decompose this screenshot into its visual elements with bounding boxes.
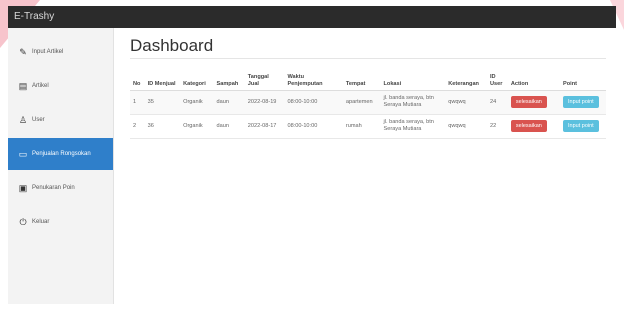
card-icon: ▭ bbox=[18, 148, 28, 159]
column-header: Waktu Penjemputan bbox=[284, 64, 343, 91]
cell-id-menjual: 36 bbox=[144, 114, 181, 139]
app-frame: E-Trashy ✎ Input Artikel ▤ Artikel ♙ Use… bbox=[0, 0, 624, 310]
cell-no: 1 bbox=[130, 90, 145, 115]
column-header: Lokasi bbox=[380, 64, 446, 91]
cell-action: selesaikan bbox=[507, 114, 561, 139]
cell-waktu-penjemputan: 08:00-10:00 bbox=[284, 114, 343, 139]
sidebar-item-label: Input Artikel bbox=[32, 49, 64, 55]
user-icon: ♙ bbox=[18, 114, 28, 125]
selesaikan-button[interactable]: selesaikan bbox=[510, 119, 547, 133]
column-header: Keterangan bbox=[445, 64, 487, 91]
cell-action: selesaikan bbox=[507, 90, 561, 115]
column-header: ID User bbox=[486, 64, 508, 91]
cell-tempat: rumah bbox=[342, 114, 381, 139]
power-icon: ⏻ bbox=[19, 216, 27, 227]
column-header: Point bbox=[560, 64, 606, 91]
pencil-icon: ✎ bbox=[19, 46, 27, 57]
column-header: ID Menjual bbox=[144, 64, 181, 91]
cell-waktu-penjemputan: 08:00-10:00 bbox=[284, 90, 343, 115]
cell-tempat: apartemen bbox=[342, 90, 381, 115]
sidebar-item-label: Artikel bbox=[32, 83, 49, 89]
cell-keterangan: qwqwq bbox=[445, 90, 487, 115]
table-header-row: No ID Menjual Kategori Sampah Tanggal Ju… bbox=[130, 64, 606, 91]
cell-kategori: Organik bbox=[180, 90, 214, 115]
column-header: Sampah bbox=[213, 64, 245, 91]
column-header: Tempat bbox=[342, 64, 381, 91]
sidebar-item-input-artikel[interactable]: ✎ Input Artikel bbox=[8, 36, 113, 68]
document-icon: ▤ bbox=[18, 80, 28, 91]
sidebar-item-user[interactable]: ♙ User bbox=[8, 104, 113, 136]
sidebar-item-penjualan-rongsokan[interactable]: ▭ Penjualan Rongsokan bbox=[8, 138, 113, 170]
cell-tanggal-jual: 2022-08-17 bbox=[244, 114, 285, 139]
sidebar-item-keluar[interactable]: ⏻ Keluar bbox=[8, 206, 113, 238]
sidebar-item-label: Penjualan Rongsokan bbox=[32, 151, 91, 157]
table-row: 2 36 Organik daun 2022-08-17 08:00-10:00… bbox=[130, 114, 606, 139]
cell-tanggal-jual: 2022-08-19 bbox=[244, 90, 285, 115]
app-title: E-Trashy bbox=[14, 11, 55, 22]
sidebar-item-label: User bbox=[32, 117, 45, 123]
cell-id-menjual: 35 bbox=[144, 90, 181, 115]
cell-id-user: 24 bbox=[486, 90, 508, 115]
cell-sampah: daun bbox=[213, 114, 245, 139]
input-point-button[interactable]: Input point bbox=[563, 95, 599, 109]
gift-icon: ▣ bbox=[18, 182, 28, 193]
input-point-button[interactable]: Input point bbox=[563, 119, 599, 133]
cell-point: Input point bbox=[560, 90, 606, 115]
column-header: Tanggal Jual bbox=[244, 64, 285, 91]
main-content: Dashboard No ID Menjual Kategori Sampah … bbox=[122, 28, 616, 304]
cell-sampah: daun bbox=[213, 90, 245, 115]
column-header: No bbox=[130, 64, 145, 91]
column-header: Kategori bbox=[180, 64, 214, 91]
cell-no: 2 bbox=[130, 114, 145, 139]
cell-keterangan: qwqwq bbox=[445, 114, 487, 139]
selesaikan-button[interactable]: selesaikan bbox=[510, 95, 547, 109]
sidebar-item-label: Penukaran Poin bbox=[32, 185, 75, 191]
column-header: Action bbox=[507, 64, 561, 91]
cell-id-user: 22 bbox=[486, 114, 508, 139]
cell-lokasi: jl. banda seraya, btn Seraya Mutiara bbox=[380, 114, 446, 139]
sidebar-item-label: Keluar bbox=[32, 219, 50, 225]
title-divider bbox=[130, 58, 606, 59]
sidebar: ✎ Input Artikel ▤ Artikel ♙ User ▭ Penju… bbox=[8, 28, 114, 304]
table-row: 1 35 Organik daun 2022-08-19 08:00-10:00… bbox=[130, 90, 606, 115]
cell-kategori: Organik bbox=[180, 114, 214, 139]
sidebar-item-artikel[interactable]: ▤ Artikel bbox=[8, 70, 113, 102]
cell-lokasi: jl. banda seraya, btn Seraya Mutiara bbox=[380, 90, 446, 115]
app-title-bar: E-Trashy bbox=[8, 6, 616, 28]
page-title: Dashboard bbox=[130, 36, 214, 55]
sidebar-item-penukaran-poin[interactable]: ▣ Penukaran Poin bbox=[8, 172, 113, 204]
sales-table: No ID Menjual Kategori Sampah Tanggal Ju… bbox=[130, 64, 606, 139]
cell-point: Input point bbox=[560, 114, 606, 139]
